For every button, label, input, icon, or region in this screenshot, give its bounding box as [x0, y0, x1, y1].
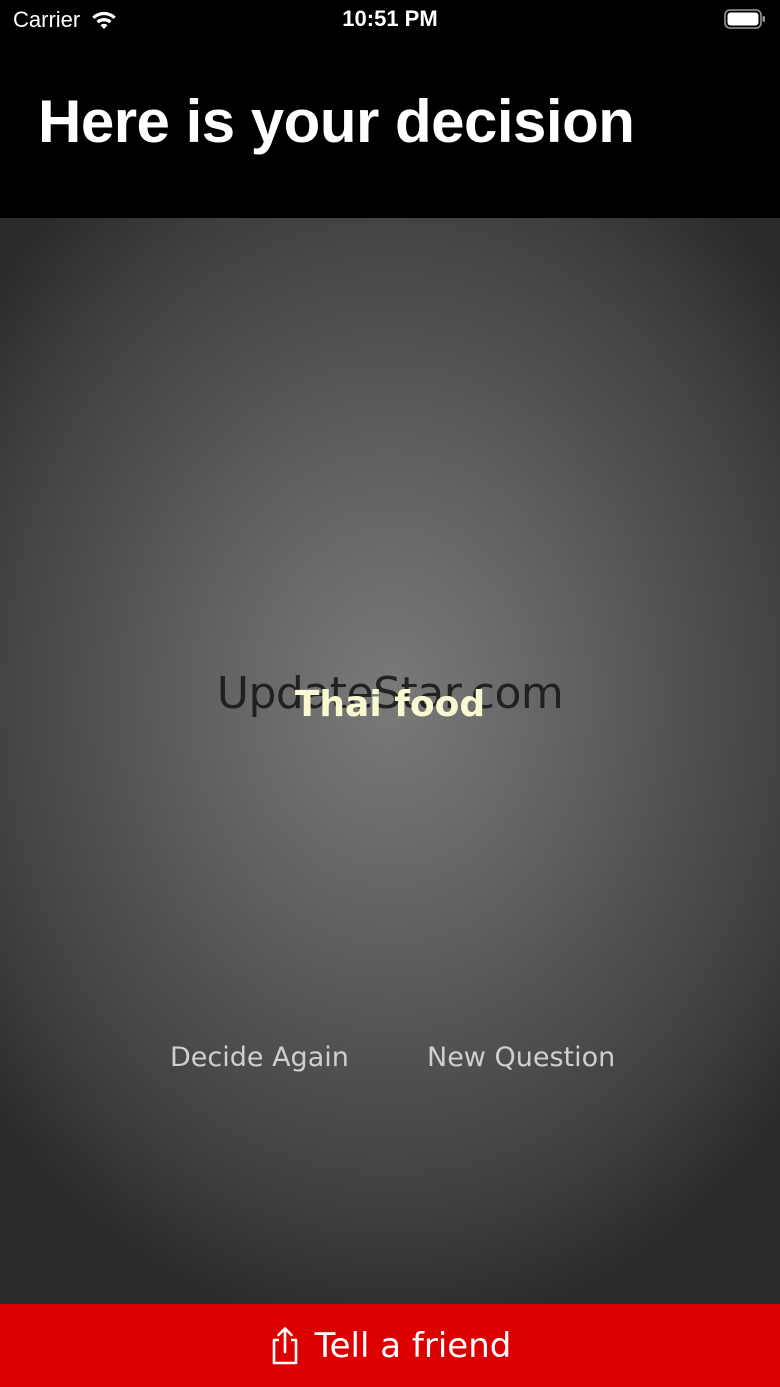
share-label: Tell a friend: [314, 1325, 512, 1366]
decision-panel: UpdateStar.com Thai food Decide Again Ne…: [0, 218, 780, 1304]
status-time: 10:51 PM: [342, 6, 438, 31]
decision-result: Thai food: [294, 684, 486, 725]
battery-icon: [724, 9, 765, 29]
status-bar: Carrier 10:51 PM: [0, 0, 780, 40]
tell-a-friend-button[interactable]: Tell a friend: [0, 1304, 780, 1387]
page-title: Here is your decision: [38, 88, 635, 155]
app-screen: Carrier 10:51 PM Here is your decision U…: [0, 0, 780, 1387]
share-icon: [272, 1326, 297, 1364]
decide-again-button[interactable]: Decide Again: [170, 1042, 349, 1073]
new-question-button[interactable]: New Question: [427, 1042, 615, 1073]
